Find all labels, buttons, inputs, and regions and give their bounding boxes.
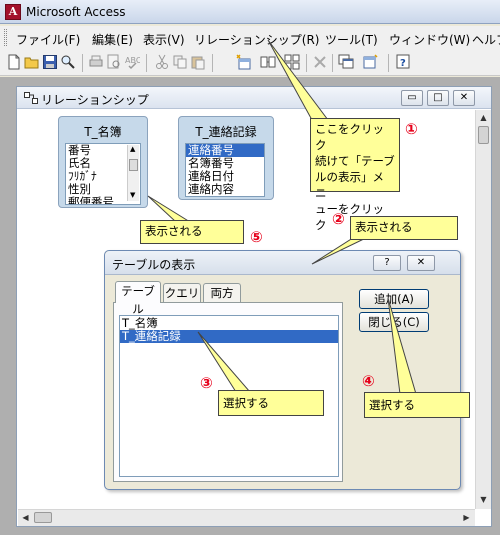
scroll-left-icon[interactable]: ◀: [18, 510, 33, 525]
toolbar-separator: [82, 54, 83, 72]
vertical-scrollbar[interactable]: ▲ ▼: [475, 110, 491, 509]
menu-edit[interactable]: 編集(E): [92, 31, 133, 48]
window-icon[interactable]: [338, 54, 354, 70]
maximize-button[interactable]: □: [427, 90, 449, 106]
show-table-dialog: テーブルの表示 ? ✕ テーブル クエリ 両方 T_名簿 T_連絡記録 追加(A…: [104, 250, 461, 490]
toolbar-separator: [146, 54, 147, 72]
callout-displayed: 表示される: [140, 220, 244, 244]
search-icon[interactable]: [60, 54, 76, 70]
access-icon: A: [5, 4, 21, 20]
cut-icon[interactable]: [154, 54, 170, 70]
scroll-thumb[interactable]: [34, 512, 52, 523]
help-icon[interactable]: ?: [396, 54, 412, 70]
save-icon[interactable]: [42, 54, 58, 70]
app-title: Microsoft Access: [26, 5, 126, 19]
svg-text:?: ?: [400, 58, 406, 69]
horizontal-scrollbar[interactable]: ◀ ▶: [18, 509, 475, 526]
scroll-down-icon[interactable]: ▼: [476, 492, 491, 507]
dialog-title: テーブルの表示: [112, 258, 196, 272]
help-button[interactable]: ?: [373, 255, 401, 271]
step-number-4: ④: [362, 372, 375, 390]
step-number-1: ①: [405, 120, 418, 138]
callout-click-instruction: ここをクリック 続けて「テーブ ルの表示」メニ ューをクリック: [310, 118, 400, 232]
menu-relationships[interactable]: リレーションシップ(R): [194, 31, 319, 48]
spell-icon[interactable]: ABC: [124, 54, 140, 70]
minimize-button[interactable]: ▭: [401, 90, 423, 106]
tab-tables[interactable]: テーブル: [115, 281, 161, 316]
step-number-3: ③: [200, 374, 213, 392]
add-button[interactable]: 追加(A): [359, 289, 429, 309]
new-object-icon[interactable]: [362, 54, 378, 70]
table-box-renraku[interactable]: T_連絡記録 連絡番号 名簿番号 連絡日付 連絡内容: [178, 116, 274, 200]
close-dialog-button[interactable]: 閉じる(C): [359, 312, 429, 332]
tab-queries[interactable]: クエリ: [163, 283, 201, 303]
svg-text:ABC: ABC: [125, 56, 140, 65]
menu-file[interactable]: ファイル(F): [16, 31, 80, 48]
field-list[interactable]: 連絡番号 名簿番号 連絡日付 連絡内容: [185, 143, 265, 197]
open-icon[interactable]: [24, 54, 40, 70]
callout-select-table: 選択する: [218, 390, 324, 416]
scroll-thumb[interactable]: [129, 159, 138, 171]
menu-help[interactable]: ヘルプ: [472, 31, 500, 48]
scroll-down-icon[interactable]: ▼: [130, 191, 135, 199]
relationship-icon: [24, 92, 38, 104]
copy-icon[interactable]: [172, 54, 188, 70]
preview-icon[interactable]: [106, 54, 122, 70]
callout-dialog-displayed: 表示される: [350, 216, 458, 240]
callout-select-add: 選択する: [364, 392, 470, 418]
step-number-2: ②: [332, 210, 345, 228]
list-item[interactable]: T_名簿: [120, 316, 338, 330]
menu-window[interactable]: ウィンドウ(W): [389, 31, 470, 48]
field-item[interactable]: 連絡内容: [186, 183, 264, 196]
tab-both[interactable]: 両方: [203, 283, 241, 303]
scroll-up-icon[interactable]: ▲: [476, 110, 491, 125]
show-table-icon[interactable]: [236, 54, 252, 70]
field-list-scrollbar[interactable]: ▲ ▼: [127, 145, 139, 201]
close-button[interactable]: ✕: [453, 90, 475, 106]
dialog-close-button[interactable]: ✕: [407, 255, 435, 271]
menu-view[interactable]: 表示(V): [143, 31, 185, 48]
show-direct-icon[interactable]: [260, 54, 276, 70]
print-icon[interactable]: [88, 54, 104, 70]
menu-tools[interactable]: ツール(T): [325, 31, 378, 48]
toolbar-separator: [212, 54, 213, 72]
step-number-5: ⑤: [250, 228, 263, 246]
relationship-window-title: リレーションシップ: [41, 93, 149, 107]
list-item[interactable]: T_連絡記録: [120, 330, 338, 343]
toolbar-separator: [388, 54, 389, 72]
show-all-icon[interactable]: [284, 54, 300, 70]
menu-grip: [4, 29, 7, 46]
scroll-up-icon[interactable]: ▲: [130, 145, 135, 153]
paste-icon[interactable]: [190, 54, 206, 70]
toolbar-separator: [306, 54, 307, 72]
table-box-meibo[interactable]: T_名簿 番号 氏名 ﾌﾘｶﾞﾅ 性別 郵便番号 ▲ ▼: [58, 116, 148, 208]
scroll-thumb[interactable]: [478, 126, 489, 144]
toolbar-separator: [332, 54, 333, 72]
delete-icon[interactable]: [312, 54, 328, 70]
scroll-right-icon[interactable]: ▶: [459, 510, 474, 525]
table-title: T_連絡記録: [195, 125, 257, 139]
new-icon[interactable]: [6, 54, 22, 70]
table-title: T_名簿: [84, 125, 122, 139]
